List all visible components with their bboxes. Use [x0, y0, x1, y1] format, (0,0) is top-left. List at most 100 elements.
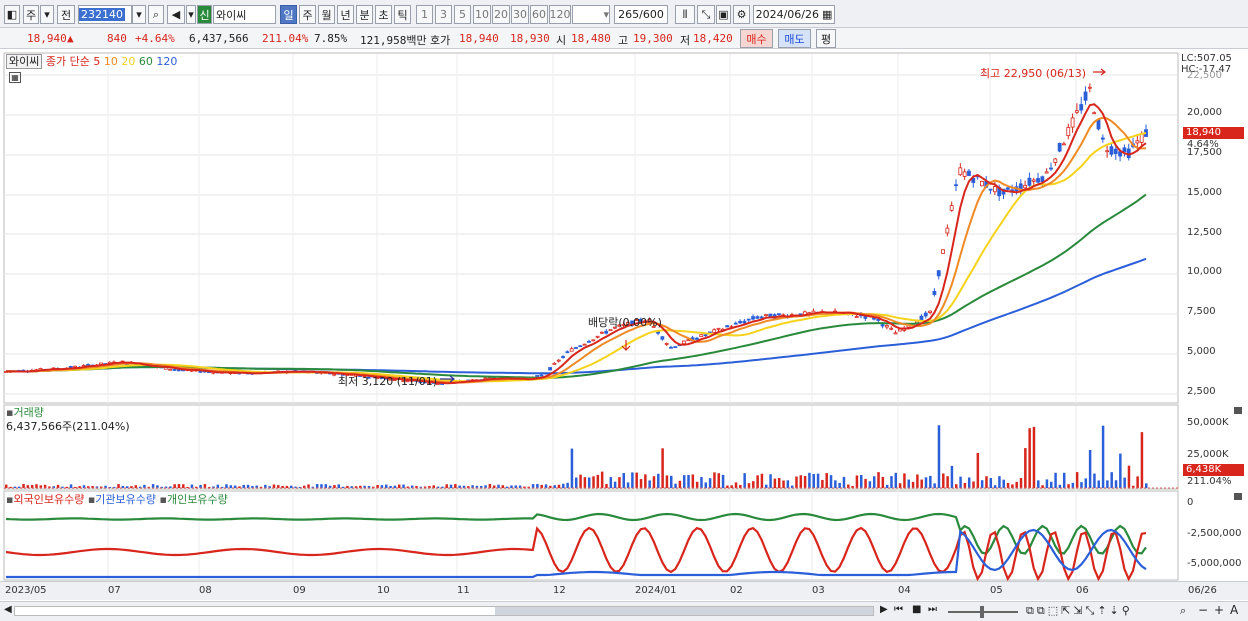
draw-tool-icon[interactable]: ⤡ [697, 5, 715, 24]
volume-bar [821, 479, 824, 488]
candle-body [1044, 171, 1049, 174]
volume-bar [657, 473, 660, 488]
interval-3[interactable]: 3 [435, 5, 452, 24]
period-year[interactable]: 년 [337, 5, 354, 24]
sound-dropdown-icon[interactable]: ▾ [186, 5, 196, 24]
volume-bar [1011, 484, 1014, 488]
candle-body [574, 347, 578, 349]
scroll-thumb[interactable] [495, 607, 873, 615]
stock-code-input[interactable]: 232140 [78, 5, 132, 24]
candle-body [1070, 117, 1075, 128]
bottom-scrollbar: ◀ ▶ ⏮ ■ ⏭ ⧉⧉⬚⇱⇲⤡⇡⇣⚲ ⌕ − + A [0, 601, 1248, 621]
zoom-slider-handle[interactable] [980, 606, 984, 618]
interval-120[interactable]: 120 [549, 5, 571, 24]
scroll-track[interactable] [14, 606, 874, 616]
candle-body [1075, 110, 1079, 113]
sell-button[interactable]: 매도 [778, 29, 811, 48]
gear-icon[interactable]: ⚙ [733, 5, 750, 24]
period-tick[interactable]: 틱 [394, 5, 411, 24]
interval-30[interactable]: 30 [511, 5, 529, 24]
candle-body [198, 370, 203, 373]
search-icon[interactable]: ⌕ [148, 5, 164, 24]
buy-button[interactable]: 매수 [740, 29, 773, 48]
candle-body [733, 322, 738, 325]
chart-menu-icon[interactable]: ◧ [4, 5, 20, 24]
volume-bar [592, 476, 595, 488]
custom-interval-input[interactable]: ▾ [572, 5, 610, 24]
date-field[interactable]: 2024/06/26 ▦ [753, 5, 835, 24]
foreign-holding-label: 외국인보유수량 [13, 493, 85, 506]
market-select[interactable]: 주 [23, 5, 39, 24]
candle-body [1036, 178, 1040, 183]
candle-body [1023, 184, 1027, 189]
interval-5[interactable]: 5 [454, 5, 471, 24]
candle-body [1057, 142, 1062, 152]
interval-20[interactable]: 20 [492, 5, 510, 24]
rewind-icon[interactable]: ⏮ [894, 604, 903, 615]
candle-body [1066, 127, 1071, 136]
stock-name-field[interactable]: 와이씨 [213, 5, 276, 24]
sell-label: 매도 [784, 32, 805, 46]
stop-icon[interactable]: ■ [912, 604, 921, 615]
sound-icon[interactable]: ◀ [167, 5, 185, 24]
scroll-right-icon[interactable]: ▶ [880, 604, 888, 615]
x-tick: 04 [898, 585, 911, 596]
interval-1[interactable]: 1 [416, 5, 433, 24]
zoom-out-icon[interactable]: − [1198, 603, 1208, 617]
y-tick-price: 15,000 [1187, 187, 1222, 198]
volume-bar [402, 484, 405, 488]
volume-bar [803, 475, 807, 488]
volume-bar [816, 473, 820, 488]
volume-bar [847, 484, 850, 488]
candle-body [755, 316, 760, 319]
candle-body [936, 270, 941, 277]
candle-type-icon[interactable]: ⫴ [675, 5, 695, 24]
volume-bar [799, 475, 803, 488]
period-day[interactable]: 일 [280, 5, 297, 24]
close-panel-icon[interactable] [1234, 407, 1242, 414]
save-icon[interactable]: ▣ [716, 5, 731, 24]
stock-name-label[interactable]: 와이씨 [6, 54, 43, 69]
volume-bar [1050, 481, 1053, 488]
fast-forward-icon[interactable]: ⏭ [928, 604, 937, 615]
period-week[interactable]: 주 [299, 5, 316, 24]
table-icon[interactable]: ▦ [9, 72, 21, 83]
eval-button[interactable]: 평 [816, 29, 836, 48]
zoom-in-icon[interactable]: + [1214, 603, 1224, 617]
candle-body [695, 337, 699, 340]
period-label: 초 [378, 8, 389, 22]
candle-body [880, 324, 885, 327]
chevron-down-icon[interactable]: ▾ [40, 5, 54, 24]
volume-bar [695, 481, 699, 488]
scroll-left-icon[interactable]: ◀ [4, 604, 12, 615]
candle-body [725, 325, 730, 328]
prev-button[interactable]: 전 [57, 5, 75, 24]
prev-label: 전 [60, 8, 72, 22]
candle-body [660, 336, 665, 340]
volume-bar [691, 474, 695, 488]
font-size-icon[interactable]: A [1230, 603, 1238, 617]
volume-bar [117, 484, 120, 488]
period-month[interactable]: 월 [318, 5, 335, 24]
code-dropdown-icon[interactable]: ▾ [132, 5, 146, 24]
chart-canvas[interactable] [0, 50, 1248, 621]
period-minute[interactable]: 분 [356, 5, 373, 24]
candle-body [1083, 91, 1088, 101]
bar-count-field[interactable]: 265/600 [614, 5, 668, 24]
chart-tools-icons[interactable]: ⧉⧉⬚⇱⇲⤡⇡⇣⚲ [1026, 604, 1133, 618]
period-second[interactable]: 초 [375, 5, 392, 24]
magnify-icon[interactable]: ⌕ [1180, 604, 1186, 618]
candle-body [759, 316, 764, 319]
volume-bar [963, 483, 967, 488]
interval-10[interactable]: 10 [473, 5, 491, 24]
interval-60[interactable]: 60 [530, 5, 548, 24]
zoom-slider[interactable] [948, 606, 1018, 618]
chart-area: 와이씨 종가 단순 5 10 20 60 120 ▦ LC:507.05 HC:… [0, 50, 1248, 621]
candle-body [1027, 177, 1032, 186]
close-panel-icon[interactable] [1234, 493, 1242, 500]
candle-body [682, 340, 686, 345]
volume-bar [682, 475, 686, 488]
volume-bar [786, 480, 790, 488]
interval-label: 1 [421, 8, 428, 21]
badge-label: 신 [199, 8, 210, 22]
